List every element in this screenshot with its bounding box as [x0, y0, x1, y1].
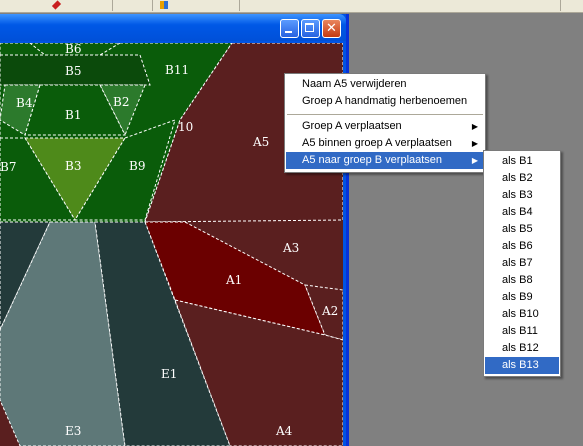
submenu-item[interactable]: als B6 — [485, 238, 559, 255]
submenu-group-b: als B1 als B2 als B3 als B4 als B5 als B… — [483, 150, 561, 377]
toolbar-separator — [112, 0, 113, 11]
submenu-item[interactable]: als B11 — [485, 323, 559, 340]
submenu-arrow-icon: ▶ — [471, 139, 478, 148]
label-a4: A4 — [275, 424, 293, 438]
minimize-icon — [285, 31, 292, 33]
toolbar-separator — [152, 0, 153, 11]
label-a5: A5 — [252, 135, 269, 149]
submenu-item[interactable]: als B12 — [485, 340, 559, 357]
toolbar-separator — [560, 0, 561, 11]
label-e1: E1 — [161, 367, 177, 381]
label-a2: A2 — [321, 304, 338, 318]
submenu-item[interactable]: als B10 — [485, 306, 559, 323]
menu-item-move-to-group-b[interactable]: A5 naar groep B verplaatsen ▶ — [286, 152, 484, 169]
label-b1: B1 — [65, 108, 81, 122]
menu-item-label: A5 naar groep B verplaatsen — [302, 154, 443, 166]
submenu-item[interactable]: als B1 — [485, 153, 559, 170]
label-b4: B4 — [16, 96, 33, 110]
menu-item-label: Naam A5 verwijderen — [302, 78, 407, 90]
menu-item-label: A5 binnen groep A verplaatsen — [302, 137, 452, 149]
label-e3: E3 — [65, 424, 81, 438]
close-icon: ✕ — [326, 21, 337, 36]
minimize-button[interactable] — [280, 19, 299, 38]
menu-item-move-group[interactable]: Groep A verplaatsen ▶ — [286, 118, 484, 135]
label-10: 10 — [178, 120, 193, 134]
maximize-button[interactable] — [301, 19, 320, 38]
label-b6: B6 — [65, 43, 81, 56]
label-b7: B7 — [0, 160, 16, 174]
menu-item-label: Groep A handmatig herbenoemen — [302, 95, 468, 107]
menu-item-move-within-group[interactable]: A5 binnen groep A verplaatsen ▶ — [286, 135, 484, 152]
maximize-icon — [305, 23, 314, 32]
label-b11: B11 — [165, 63, 189, 77]
menu-item-rename-remove[interactable]: Naam A5 verwijderen — [286, 76, 484, 93]
submenu-item[interactable]: als B7 — [485, 255, 559, 272]
label-a3: A3 — [282, 241, 299, 255]
submenu-item[interactable]: als B4 — [485, 204, 559, 221]
label-b5: B5 — [65, 64, 81, 78]
context-menu: Naam A5 verwijderen Groep A handmatig he… — [284, 73, 486, 173]
label-b3: B3 — [65, 159, 81, 173]
submenu-item[interactable]: als B2 — [485, 170, 559, 187]
toolbar-separator — [239, 0, 240, 11]
submenu-item[interactable]: als B3 — [485, 187, 559, 204]
submenu-arrow-icon: ▶ — [471, 156, 478, 165]
label-a1: A1 — [225, 273, 242, 287]
submenu-arrow-icon: ▶ — [471, 122, 478, 131]
label-b2: B2 — [113, 95, 129, 109]
toolbar — [0, 0, 583, 13]
menu-item-label: Groep A verplaatsen — [302, 120, 402, 132]
close-button[interactable]: ✕ — [322, 19, 341, 38]
submenu-item[interactable]: als B9 — [485, 289, 559, 306]
edit-icon[interactable] — [51, 0, 62, 10]
label-b9: B9 — [129, 159, 145, 173]
submenu-item-selected[interactable]: als B13 — [485, 357, 559, 374]
title-bar[interactable]: ✕ — [0, 14, 346, 41]
menu-separator — [287, 114, 483, 115]
color-picker-icon[interactable] — [160, 1, 168, 9]
menu-item-group-rename[interactable]: Groep A handmatig herbenoemen — [286, 93, 484, 110]
submenu-item[interactable]: als B5 — [485, 221, 559, 238]
submenu-item[interactable]: als B8 — [485, 272, 559, 289]
